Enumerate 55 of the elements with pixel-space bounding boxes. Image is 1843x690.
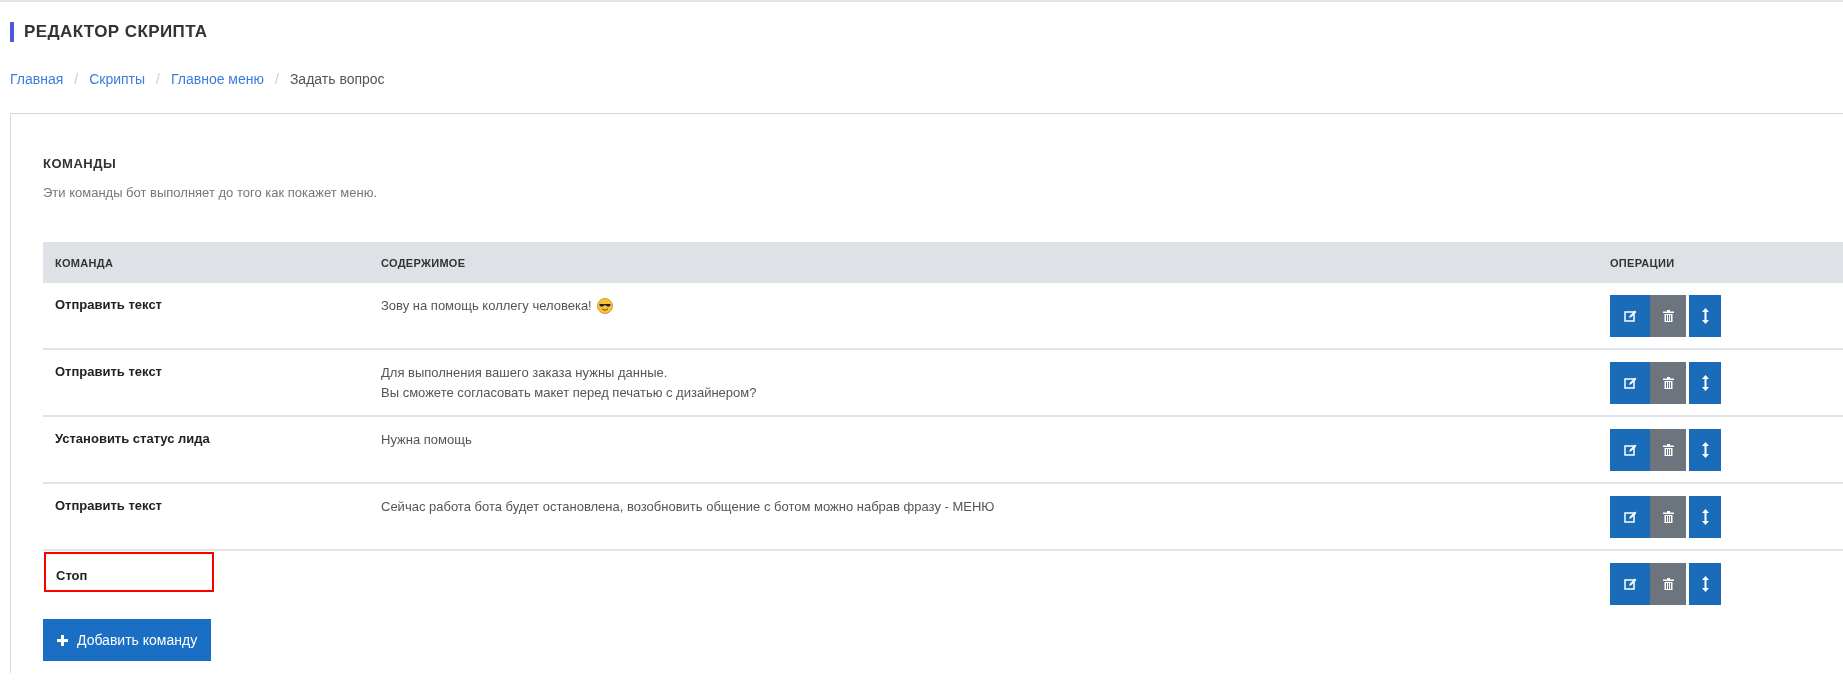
content-text: Зову на помощь коллегу человека! (381, 297, 592, 315)
edit-button[interactable] (1610, 429, 1650, 471)
content-text: Вы сможете согласовать макет перед печатью с дизайнером? (381, 384, 757, 402)
command-cell-text: Установить статус лида (54, 430, 211, 446)
vertical-arrows-icon (1701, 442, 1709, 458)
section-subtitle: Эти команды бот выполняет до того как покажет меню. (43, 185, 378, 200)
delete-button[interactable] (1650, 496, 1686, 538)
delete-button[interactable] (1650, 362, 1686, 404)
delete-button[interactable] (1650, 563, 1686, 605)
command-cell-text: Отправить текст (54, 497, 163, 513)
content-text: Нужна помощь (381, 431, 472, 449)
section-title: КОМАНДЫ (43, 156, 118, 171)
vertical-arrows-icon (1701, 375, 1709, 391)
column-header: ОПЕРАЦИИ (1609, 256, 1676, 269)
trash-icon (1662, 310, 1674, 322)
trash-icon (1662, 377, 1674, 389)
command-cell-text: Отправить текст (54, 296, 163, 312)
edit-icon (1623, 310, 1637, 322)
delete-button[interactable] (1650, 429, 1686, 471)
content-text: Сейчас работа бота будет остановлена, возобновить общение с ботом можно набрав фразу - МЕНЮ (381, 498, 995, 516)
move-button[interactable] (1689, 429, 1721, 471)
delete-button[interactable] (1650, 295, 1686, 337)
edit-icon (1623, 511, 1637, 523)
move-button[interactable] (1689, 496, 1721, 538)
column-header: СОДЕРЖИМОЕ (380, 256, 467, 269)
move-button[interactable] (1689, 362, 1721, 404)
edit-icon (1623, 444, 1637, 456)
trash-icon (1662, 578, 1674, 590)
column-header: КОМАНДА (54, 256, 115, 269)
plus-icon (57, 634, 68, 646)
command-cell-text: Отправить текст (54, 363, 163, 379)
move-button[interactable] (1689, 563, 1721, 605)
move-button[interactable] (1689, 295, 1721, 337)
edit-button[interactable] (1610, 362, 1650, 404)
page-title: РЕДАКТОР СКРИПТА (10, 22, 1843, 42)
edit-icon (1623, 377, 1637, 389)
vertical-arrows-icon (1701, 509, 1709, 525)
breadcrumb-link[interactable]: Главная (10, 71, 64, 87)
content-text: Для выполнения вашего заказа нужны данные. (381, 364, 668, 382)
page-name-text: Задать вопрос (289, 71, 385, 87)
vertical-arrows-icon (1701, 576, 1709, 592)
edit-icon (1623, 578, 1637, 590)
highlighted-command-cell: Стоп (44, 552, 214, 592)
edit-button[interactable] (1610, 295, 1650, 337)
edit-button[interactable] (1610, 496, 1650, 538)
vertical-arrows-icon (1701, 308, 1709, 324)
breadcrumb-link[interactable]: Главное меню (171, 71, 264, 87)
trash-icon (1662, 511, 1674, 523)
add-command-button[interactable]: Добавить команду (43, 619, 212, 661)
breadcrumb-separator: / (156, 71, 160, 87)
breadcrumb-link[interactable]: Скрипты (89, 71, 146, 87)
trash-icon (1662, 444, 1674, 456)
breadcrumb-separator: / (74, 71, 79, 87)
breadcrumb-separator: / (275, 71, 279, 87)
edit-button[interactable] (1610, 563, 1650, 605)
